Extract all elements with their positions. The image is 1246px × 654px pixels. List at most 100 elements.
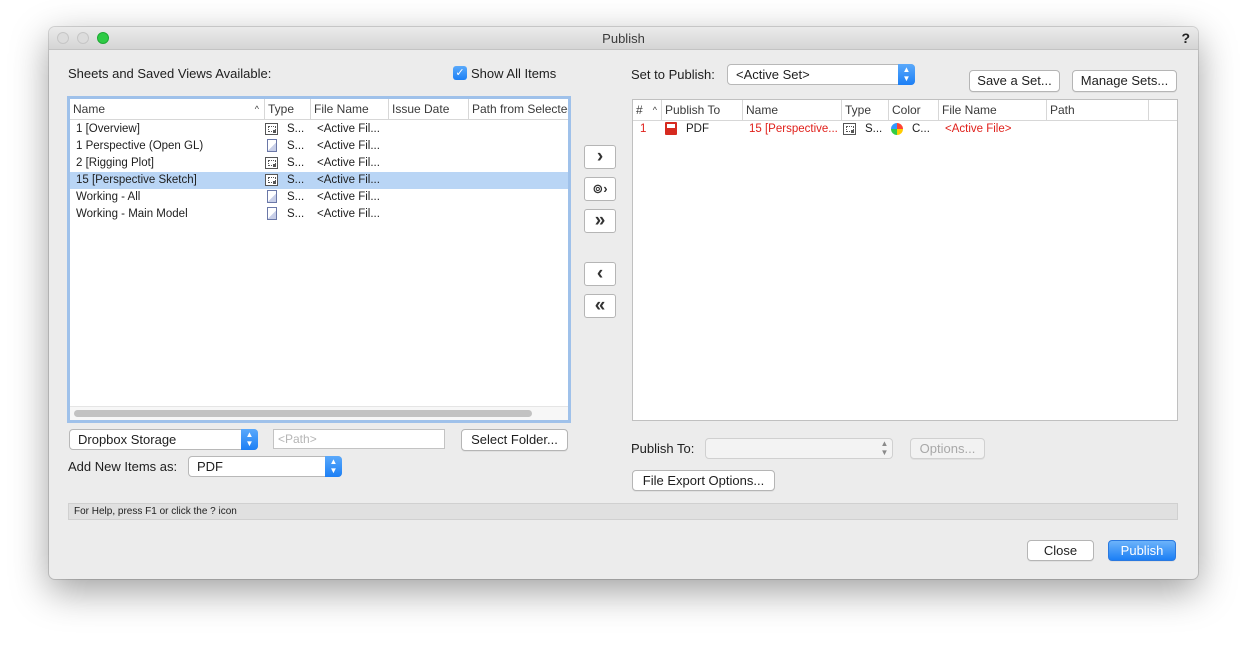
add-new-items-value: PDF: [197, 459, 223, 474]
add-all-button[interactable]: »: [584, 209, 616, 233]
add-new-items-label: Add New Items as:: [68, 459, 178, 474]
row-name: Working - Main Model: [76, 208, 188, 220]
row-type: S...: [287, 208, 305, 220]
add-options-icon: ⊚›: [592, 181, 608, 196]
row-file-name: <Active Fil...: [317, 208, 380, 220]
row-file-name: <Active Fil...: [317, 191, 380, 203]
row-number: 1: [640, 123, 647, 135]
storage-dropdown-value: Dropbox Storage: [78, 432, 177, 447]
column-header-publish-to[interactable]: Publish To: [662, 100, 743, 120]
row-name: 15 [Perspective Sketch]: [76, 174, 197, 186]
row-name: Working - All: [76, 191, 141, 203]
row-type: S...: [287, 174, 305, 186]
row-name: 1 Perspective (Open GL): [76, 140, 204, 152]
table-row-selected[interactable]: 15 [Perspective Sketch] S... <Active Fil…: [70, 172, 568, 189]
row-type: S...: [287, 157, 305, 169]
row-name: 15 [Perspective...: [749, 123, 838, 135]
select-folder-button[interactable]: Select Folder...: [461, 429, 568, 451]
saved-view-icon: [267, 207, 277, 220]
column-header-file-name[interactable]: File Name: [311, 99, 389, 119]
publish-to-dropdown[interactable]: ▲ ▼: [705, 438, 893, 459]
row-type: S...: [287, 191, 305, 203]
column-header-label: #: [636, 103, 643, 117]
show-all-items-checkbox[interactable]: ✓: [453, 66, 467, 80]
row-type: S...: [287, 123, 305, 135]
chevron-up-down-icon: ▲ ▼: [325, 456, 342, 477]
close-button[interactable]: Close: [1027, 540, 1094, 561]
row-name: 1 [Overview]: [76, 123, 140, 135]
row-file-name: <Active Fil...: [317, 140, 380, 152]
remove-selected-button[interactable]: ‹: [584, 262, 616, 286]
column-header-name[interactable]: Name ^: [70, 99, 265, 119]
table-row[interactable]: Working - Main Model S... <Active Fil...: [70, 206, 568, 223]
row-file-name: <Active Fil...: [317, 174, 380, 186]
horizontal-scrollbar[interactable]: [70, 406, 568, 420]
row-file-name: <Active Fil...: [317, 157, 380, 169]
remove-all-button[interactable]: «: [584, 294, 616, 318]
manage-sets-button[interactable]: Manage Sets...: [1072, 70, 1177, 92]
column-header-path[interactable]: Path from Selected: [469, 99, 568, 119]
column-header-type[interactable]: Type: [265, 99, 311, 119]
sheet-layer-icon: [265, 157, 278, 169]
table-row[interactable]: Working - All S... <Active Fil...: [70, 189, 568, 206]
chevron-left-icon: ‹: [596, 263, 604, 284]
table-header: Name ^ Type File Name Issue Date Path fr…: [70, 99, 568, 120]
row-file-name: <Active Fil...: [317, 123, 380, 135]
help-icon[interactable]: ?: [1181, 30, 1190, 46]
sheet-layer-icon: [265, 174, 278, 186]
column-header-number[interactable]: # ^: [633, 100, 662, 120]
scrollbar-thumb[interactable]: [74, 410, 532, 417]
publish-set-table[interactable]: # ^ Publish To Name Type Color File Name…: [632, 99, 1178, 421]
column-header-label: Name: [73, 102, 106, 116]
table-row[interactable]: 2 [Rigging Plot] S... <Active Fil...: [70, 155, 568, 172]
row-type: S...: [865, 123, 883, 135]
table-row[interactable]: 1 [Overview] S... <Active Fil...: [70, 121, 568, 138]
column-header-path[interactable]: Path: [1047, 100, 1149, 120]
double-chevron-left-icon: «: [594, 295, 606, 316]
row-type: S...: [287, 140, 305, 152]
pdf-icon: [665, 122, 677, 135]
chevron-up-down-icon: ▲ ▼: [898, 64, 915, 85]
double-chevron-right-icon: »: [594, 210, 606, 231]
available-list-label: Sheets and Saved Views Available:: [68, 66, 272, 81]
color-wheel-icon: [891, 123, 903, 135]
row-name: 2 [Rigging Plot]: [76, 157, 154, 169]
column-header-color[interactable]: Color: [889, 100, 939, 120]
set-to-publish-dropdown[interactable]: <Active Set> ▲ ▼: [727, 64, 915, 85]
publish-dialog: Publish ? Sheets and Saved Views Availab…: [49, 27, 1198, 579]
column-header-file-name[interactable]: File Name: [939, 100, 1047, 120]
sort-ascending-icon: ^: [652, 105, 657, 115]
chevron-up-down-icon: ▲ ▼: [880, 439, 889, 457]
publish-to-label: Publish To:: [631, 441, 695, 456]
row-color: C...: [912, 123, 930, 135]
storage-dropdown[interactable]: Dropbox Storage ▲ ▼: [69, 429, 258, 450]
sort-ascending-icon: ^: [254, 104, 259, 114]
set-to-publish-value: <Active Set>: [736, 67, 810, 82]
column-header-type[interactable]: Type: [842, 100, 889, 120]
add-new-items-dropdown[interactable]: PDF ▲ ▼: [188, 456, 342, 477]
path-input[interactable]: [273, 429, 445, 449]
publish-button[interactable]: Publish: [1108, 540, 1176, 561]
show-all-items-label: Show All Items: [471, 66, 557, 81]
column-header-issue-date[interactable]: Issue Date: [389, 99, 469, 119]
row-publish-to: PDF: [686, 123, 709, 135]
options-button[interactable]: Options...: [910, 438, 985, 459]
chevron-up-down-icon: ▲ ▼: [241, 429, 258, 450]
chevron-right-icon: ›: [596, 146, 604, 167]
table-row[interactable]: 1 Perspective (Open GL) S... <Active Fil…: [70, 138, 568, 155]
add-with-options-button[interactable]: ⊚›: [584, 177, 616, 201]
available-items-table[interactable]: Name ^ Type File Name Issue Date Path fr…: [67, 96, 571, 423]
table-header: # ^ Publish To Name Type Color File Name…: [633, 100, 1177, 121]
sheet-layer-icon: [265, 123, 278, 135]
saved-view-icon: [267, 190, 277, 203]
column-header-name[interactable]: Name: [743, 100, 842, 120]
file-export-options-button[interactable]: File Export Options...: [632, 470, 775, 491]
title-bar: Publish ?: [49, 27, 1198, 50]
saved-view-icon: [267, 139, 277, 152]
table-row[interactable]: 1 PDF 15 [Perspective... S... C... <Acti…: [633, 121, 1177, 138]
add-selected-button[interactable]: ›: [584, 145, 616, 169]
save-set-button[interactable]: Save a Set...: [969, 70, 1060, 92]
status-bar: For Help, press F1 or click the ? icon: [68, 503, 1178, 520]
row-file-name: <Active File>: [945, 123, 1012, 135]
window-title: Publish: [602, 31, 645, 46]
